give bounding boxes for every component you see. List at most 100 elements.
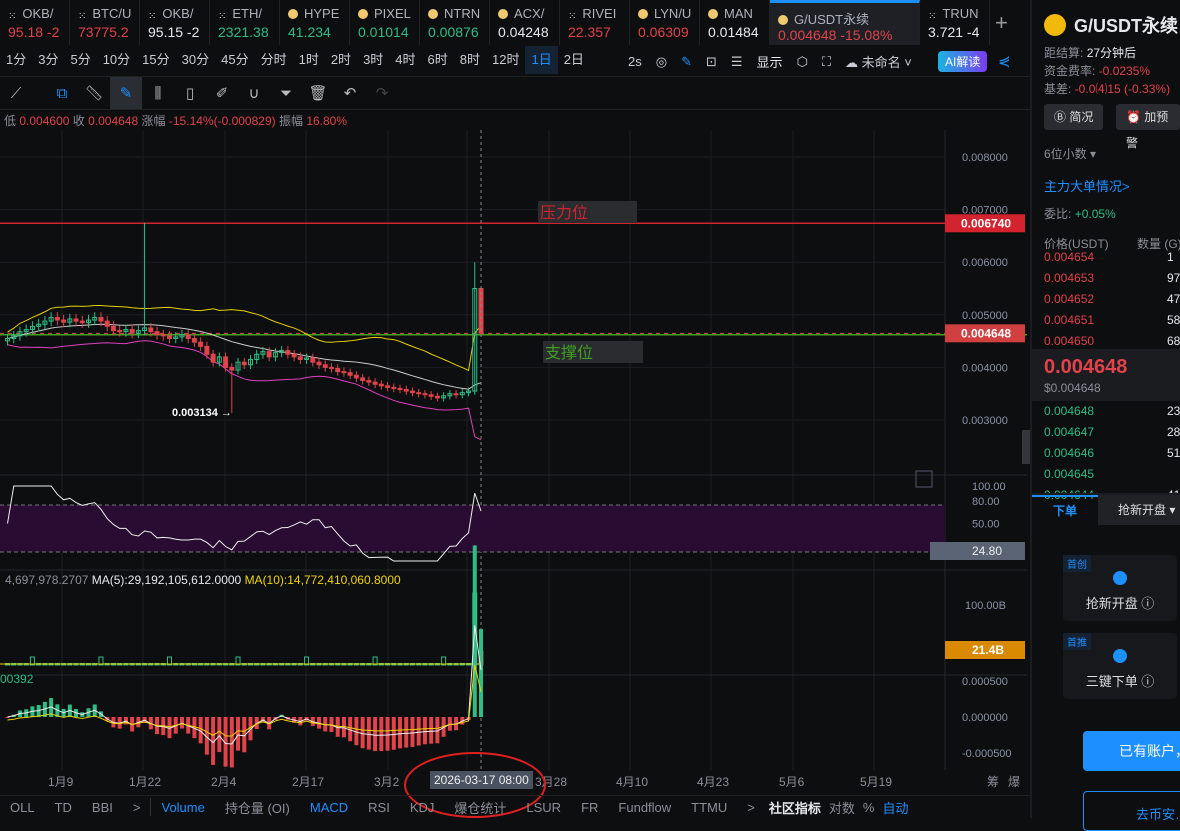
interval-0[interactable]: 1分 [0,46,32,74]
sub-indicator[interactable]: RSI [358,800,400,815]
symbol-tab[interactable]: HYPE 41.234 [280,0,350,45]
interval-13[interactable]: 8时 [454,46,486,74]
order-price[interactable]: 0.004653 [1044,271,1094,285]
interval-11[interactable]: 4时 [389,46,421,74]
order-price[interactable]: 0.004645 [1044,467,1094,481]
main-indicator[interactable]: BBI [82,800,123,815]
symbol-tab[interactable]: ⁙ OKB/95.15 -2 [140,0,210,45]
symbol-tab[interactable]: LYN/U 0.06309 [630,0,700,45]
overview-button[interactable]: Ⓑ 简况 [1044,104,1104,130]
pencil-icon[interactable]: ✎ [681,54,692,70]
filter-icon[interactable]: ⏷ [270,77,302,109]
tab-order[interactable]: 下单 [1032,495,1098,525]
panel-collapse-handle[interactable] [1022,430,1030,464]
interval-5[interactable]: 30分 [176,46,215,74]
interval-14[interactable]: 12时 [486,46,525,74]
interval-1[interactable]: 3分 [32,46,64,74]
ruler-icon[interactable]: 📏︎ [78,77,110,109]
sub-indicator[interactable]: MACD [300,800,358,815]
candle-body [210,353,216,363]
magnet-icon[interactable]: ∪ [238,77,270,109]
launch-card[interactable]: 首创 抢新开盘 ⓘ [1063,555,1177,621]
refresh-rate[interactable]: 2s [628,54,642,69]
order-price[interactable]: 0.004652 [1044,292,1094,306]
add-frame-icon[interactable]: ⊡ [706,54,717,70]
main-indicator[interactable]: TD [45,800,82,815]
order-price[interactable]: 0.004654 [1044,250,1094,264]
add-tab-button[interactable]: + [995,10,1008,36]
sub-indicator[interactable]: 爆仓统计 [444,798,516,817]
layout-select[interactable]: ☁ 未命名 ˅ [845,52,912,71]
symbol-tab[interactable]: MAN 0.01484 [700,0,770,45]
main-indicator[interactable]: OLL [0,800,45,815]
display-button[interactable]: 显示 [757,52,783,71]
share-icon[interactable]: ⋞ [998,52,1011,70]
big-orders-link[interactable]: 主力大单情况> [1044,176,1130,195]
symbol-tab[interactable]: ⁙ ETH/2321.38 [210,0,280,45]
goto-binance-button[interactable]: 去币安… [1083,791,1180,831]
ai-interpret-button[interactable]: AI解读 [938,51,988,72]
tab-launch[interactable]: 抢新开盘 ▾ [1098,495,1180,525]
fullscreen-icon[interactable]: ⛶ [822,54,831,70]
alert-button[interactable]: ⏰ 加预警 [1116,104,1180,150]
date-axis-option[interactable]: 爆 [1008,773,1020,790]
interval-8[interactable]: 1时 [293,46,325,74]
sub-indicator[interactable]: > [737,800,765,815]
candles-icon[interactable]: ⫼ [142,77,174,109]
decimals-select[interactable]: 6位小数 ▾ [1044,145,1096,162]
settings-icon[interactable]: ⬡ [797,54,808,70]
interval-3[interactable]: 10分 [97,46,136,74]
sub-indicator[interactable]: 持仓量 (OI) [215,798,300,817]
camera-icon[interactable]: ◎ [656,54,667,70]
interval-4[interactable]: 15分 [136,46,175,74]
symbol-tab[interactable]: ⁙ OKB/95.18 -2 [0,0,70,45]
price-chart[interactable]: 0.0080000.0070000.0060000.0050000.004000… [0,130,1030,770]
symbol-tab[interactable]: ⁙ RIVEI 22.357 [560,0,630,45]
line-tool-icon[interactable]: ⟋ [0,77,32,109]
community-indicators[interactable]: 社区指标 [765,798,825,817]
three-key-card[interactable]: 首推 三键下单 ⓘ [1063,633,1177,699]
copy-icon[interactable]: ▯ [174,77,206,109]
symbol-tab[interactable]: ACX/0.04248 [490,0,560,45]
interval-12[interactable]: 6时 [422,46,454,74]
interval-15[interactable]: 1日 [525,46,558,74]
sub-indicator[interactable]: FR [571,800,608,815]
candle-body [198,341,204,347]
symbol-tab[interactable]: G/USDT永续 0.004648 -15.08% [770,0,920,45]
symbol-tab[interactable]: PIXEL 0.01014 [350,0,420,45]
order-price[interactable]: 0.004646 [1044,446,1094,460]
interval-9[interactable]: 2时 [325,46,357,74]
redo-icon[interactable]: ↷ [366,77,398,109]
expand-icon[interactable] [915,470,933,488]
order-price[interactable]: 0.004651 [1044,313,1094,327]
sub-indicator[interactable]: KDJ [400,800,445,815]
interval-2[interactable]: 5分 [64,46,96,74]
auto-scale[interactable]: 自动 [878,798,912,817]
login-button[interactable]: 已有账户， [1083,731,1180,771]
rsi-tag: 24.80 [972,544,1002,558]
sub-indicator[interactable]: TTMU [681,800,737,815]
date-axis-option[interactable]: 筹 [987,773,999,790]
interval-7[interactable]: 分时 [255,46,293,74]
list-icon[interactable]: ☰ [731,54,743,70]
note-icon[interactable]: ✐ [206,77,238,109]
brush-icon[interactable]: ✎ [110,77,142,109]
interval-16[interactable]: 2日 [558,46,590,74]
trash-icon[interactable]: 🗑︎ [302,77,334,109]
bookmark-icon[interactable]: ⧉ [46,77,78,109]
interval-10[interactable]: 3时 [357,46,389,74]
symbol-tab[interactable]: ⁙ TRUN 3.721 -4 [920,0,990,45]
sub-indicator[interactable]: Volume [151,800,214,815]
order-price[interactable]: 0.004648 [1044,404,1094,418]
sub-indicator[interactable]: LSUR [516,800,571,815]
symbol-tab[interactable]: NTRN 0.00876 [420,0,490,45]
main-indicator[interactable]: > [123,800,151,815]
order-price[interactable]: 0.004647 [1044,425,1094,439]
interval-6[interactable]: 45分 [215,46,254,74]
symbol-tab[interactable]: ⁙ BTC/U 73775.2 [70,0,140,45]
sub-indicator[interactable]: Fundflow [608,800,681,815]
order-price[interactable]: 0.004650 [1044,334,1094,348]
undo-icon[interactable]: ↶ [334,77,366,109]
percent-scale[interactable]: % [859,800,879,815]
log-scale[interactable]: 对数 [825,798,859,817]
